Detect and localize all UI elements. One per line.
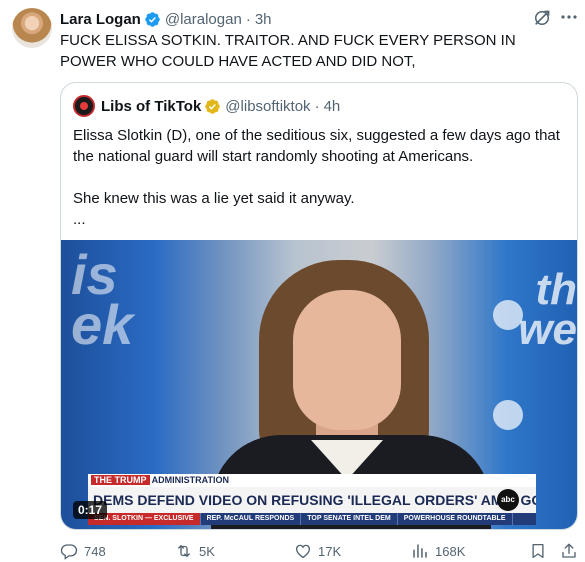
author-name[interactable]: Lara Logan <box>60 11 141 28</box>
video-person-face <box>293 290 401 430</box>
chyron-bottom-item: POWERHOUSE ROUNDTABLE <box>398 513 513 525</box>
grok-icon[interactable] <box>532 8 552 28</box>
quoted-timestamp[interactable]: 4h <box>324 98 341 115</box>
retweet-icon <box>178 545 190 557</box>
views-count: 168K <box>435 543 466 559</box>
quoted-text: Elissa Slotkin (D), one of the seditious… <box>73 125 567 230</box>
reply-count: 748 <box>84 543 106 559</box>
like-count: 17K <box>318 543 342 559</box>
author-avatar[interactable] <box>12 8 52 48</box>
verified-gold-badge-icon <box>205 98 221 114</box>
reply-icon <box>60 544 78 560</box>
tweet[interactable]: Lara Logan @laralogan · 3h FUCK ELISSA S… <box>0 0 585 562</box>
heart-icon <box>295 544 311 559</box>
tweet-timestamp[interactable]: 3h <box>255 11 272 28</box>
share-icon <box>562 543 576 558</box>
quoted-text-line: She knew this was a lie yet said it anyw… <box>73 190 355 207</box>
quoted-header-separator: · <box>314 97 320 115</box>
chyron-bottom-item: TOP SENATE INTEL DEM <box>301 513 398 525</box>
video-player[interactable]: is ek th we THE TRUMP ADMINISTRATION DEM… <box>61 240 577 529</box>
header-separator: · <box>245 10 251 28</box>
quoted-text-line: ... <box>73 211 86 228</box>
tweet-actions: 748 5K 17K 168K <box>60 541 580 561</box>
views-button[interactable]: 168K <box>411 541 465 561</box>
quoted-text-line <box>73 167 567 188</box>
more-icon[interactable] <box>560 8 578 28</box>
author-handle[interactable]: @laralogan <box>165 11 242 28</box>
chyron-headline: DEMS DEFEND VIDEO ON REFUSING 'ILLEGAL O… <box>88 487 536 513</box>
share-button[interactable] <box>560 541 578 561</box>
like-button[interactable]: 17K <box>294 541 341 561</box>
quoted-author-handle[interactable]: @libsoftiktok <box>225 98 310 115</box>
chyron-top-text: ADMINISTRATION <box>151 475 229 485</box>
quoted-author-name[interactable]: Libs of TikTok <box>101 98 201 115</box>
chyron-top-bar: THE TRUMP ADMINISTRATION <box>88 474 536 487</box>
abc-background-logo <box>493 300 523 330</box>
chyron-top-tag: THE TRUMP <box>91 475 150 485</box>
reply-button[interactable]: 748 <box>60 541 106 561</box>
views-bar-chart-icon <box>413 544 427 558</box>
video-background-text-left: is ek <box>71 243 134 356</box>
quoted-tweet[interactable]: Libs of TikTok @libsoftiktok · 4h Elissa… <box>60 82 578 530</box>
retweet-button[interactable]: 5K <box>175 541 215 561</box>
retweet-count: 5K <box>199 543 215 559</box>
chyron-bottom-bar: SEN. SLOTKIN — EXCLUSIVE REP. McCAUL RES… <box>88 513 536 525</box>
video-background-text-right: th we <box>518 265 577 354</box>
quoted-avatar[interactable] <box>73 95 95 117</box>
verified-badge-icon <box>145 11 160 27</box>
bookmark-icon <box>532 543 544 559</box>
tweet-text: FUCK ELISSA SOTKIN. TRAITOR. AND FUCK EV… <box>60 32 516 70</box>
quoted-header: Libs of TikTok @libsoftiktok · 4h <box>73 95 340 117</box>
chyron-bottom-item: REP. McCAUL RESPONDS <box>201 513 302 525</box>
video-timer: 0:17 <box>73 501 108 519</box>
abc-background-logo <box>493 400 523 430</box>
abc-logo: abc <box>497 489 519 511</box>
bookmark-button[interactable] <box>529 541 547 561</box>
quoted-text-line: Elissa Slotkin (D), one of the seditious… <box>73 127 560 165</box>
tweet-header: Lara Logan @laralogan · 3h <box>60 9 272 29</box>
